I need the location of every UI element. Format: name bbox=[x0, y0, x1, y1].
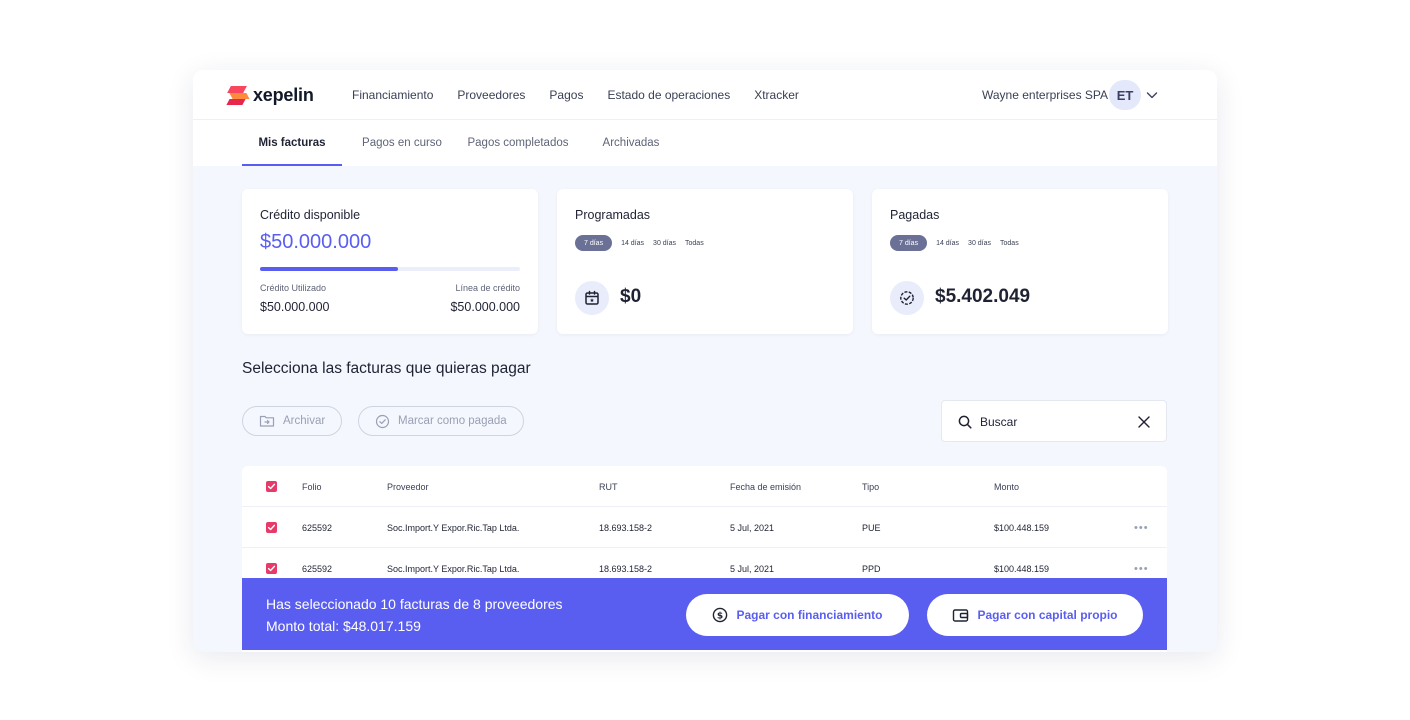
nav-link-xtracker[interactable]: Xtracker bbox=[754, 88, 799, 102]
chevron-down-icon[interactable] bbox=[1145, 88, 1159, 102]
row-more-icon[interactable]: ••• bbox=[1134, 522, 1149, 534]
nav-links: Financiamiento Proveedores Pagos Estado … bbox=[352, 70, 799, 120]
cell-proveedor: Soc.Import.Y Expor.Ric.Tap Ltda. bbox=[387, 522, 520, 533]
search-icon bbox=[958, 415, 972, 429]
checkmark-icon bbox=[267, 483, 276, 490]
xepelin-logo[interactable]: xepelin bbox=[226, 84, 314, 106]
close-icon[interactable] bbox=[1137, 415, 1151, 429]
programadas-filters: 7 días 14 días 30 días Todas bbox=[575, 235, 704, 251]
cell-tipo: PUE bbox=[862, 522, 881, 533]
selection-action-bar: Has seleccionado 10 facturas de 8 provee… bbox=[242, 578, 1167, 650]
credit-value: $50.000.000 bbox=[260, 231, 372, 253]
tab-pagos-en-curso[interactable]: Pagos en curso bbox=[360, 120, 444, 166]
mark-paid-button[interactable]: Marcar como pagada bbox=[358, 406, 524, 436]
column-header-folio[interactable]: Folio bbox=[302, 466, 322, 507]
tab-pagos-completados[interactable]: Pagos completados bbox=[463, 120, 573, 166]
pay-own-capital-label: Pagar con capital propio bbox=[977, 608, 1118, 622]
pay-own-capital-button[interactable]: Pagar con capital propio bbox=[927, 594, 1143, 636]
search-box bbox=[941, 400, 1167, 442]
credit-usage-bar-fill bbox=[260, 267, 398, 271]
pagadas-filter-todas[interactable]: Todas bbox=[1000, 235, 1019, 251]
column-header-monto[interactable]: Monto bbox=[994, 466, 1019, 507]
cell-fecha: 5 Jul, 2021 bbox=[730, 522, 775, 533]
selection-total: Monto total: $48.017.159 bbox=[266, 618, 421, 634]
pagadas-card: Pagadas 7 días 14 días 30 días Todas $5.… bbox=[872, 189, 1168, 334]
pagadas-filter-14[interactable]: 14 días bbox=[936, 235, 959, 251]
xepelin-logo-mark-icon bbox=[226, 84, 250, 106]
tab-bar: Mis facturas Pagos en curso Pagos comple… bbox=[193, 120, 1217, 166]
programadas-filter-30[interactable]: 30 días bbox=[653, 235, 676, 251]
tab-archivadas[interactable]: Archivadas bbox=[595, 120, 667, 166]
credit-usage-bar bbox=[260, 267, 520, 271]
row-checkbox[interactable] bbox=[266, 563, 277, 574]
calendar-icon bbox=[585, 290, 599, 305]
select-all-checkbox[interactable] bbox=[266, 481, 277, 492]
user-avatar[interactable]: ET bbox=[1109, 80, 1141, 110]
credit-used-label: Crédito Utilizado bbox=[260, 283, 327, 293]
folder-icon bbox=[259, 415, 275, 427]
programadas-filter-14[interactable]: 14 días bbox=[621, 235, 644, 251]
mark-paid-button-label: Marcar como pagada bbox=[398, 415, 507, 427]
row-more-icon[interactable]: ••• bbox=[1134, 563, 1149, 575]
table-row[interactable]: 625592 Soc.Import.Y Expor.Ric.Tap Ltda. … bbox=[242, 507, 1167, 548]
column-header-rut[interactable]: RUT bbox=[599, 466, 618, 507]
nav-link-pagos[interactable]: Pagos bbox=[549, 88, 583, 102]
credit-card: Crédito disponible $50.000.000 Crédito U… bbox=[242, 189, 538, 334]
check-circle-icon bbox=[900, 291, 914, 305]
column-header-fecha[interactable]: Fecha de emisión bbox=[730, 466, 801, 507]
nav-link-financiamiento[interactable]: Financiamiento bbox=[352, 88, 433, 102]
checkmark-icon bbox=[267, 524, 276, 531]
cell-rut: 18.693.158-2 bbox=[599, 522, 653, 533]
check-circle-icon-badge bbox=[890, 281, 924, 315]
credit-title: Crédito disponible bbox=[260, 208, 361, 222]
nav-link-estado-de-operaciones[interactable]: Estado de operaciones bbox=[607, 88, 730, 102]
section-title: Selecciona las facturas que quieras paga… bbox=[242, 360, 531, 377]
pagadas-filters: 7 días 14 días 30 días Todas bbox=[890, 235, 1019, 251]
svg-text:$: $ bbox=[717, 611, 723, 621]
company-name: Wayne enterprises SPA bbox=[982, 88, 1109, 102]
wallet-icon bbox=[953, 608, 969, 622]
calendar-icon-badge bbox=[575, 281, 609, 315]
column-header-proveedor[interactable]: Proveedor bbox=[387, 466, 429, 507]
programadas-filter-todas[interactable]: Todas bbox=[685, 235, 704, 251]
programadas-value: $0 bbox=[620, 286, 642, 307]
programadas-card: Programadas 7 días 14 días 30 días Todas… bbox=[557, 189, 853, 334]
pagadas-filter-30[interactable]: 30 días bbox=[968, 235, 991, 251]
row-checkbox[interactable] bbox=[266, 522, 277, 533]
credit-line-value: $50.000.000 bbox=[450, 300, 520, 314]
archive-button-label: Archivar bbox=[283, 415, 326, 427]
cell-monto: $100.448.159 bbox=[994, 522, 1050, 533]
credit-line-label: Línea de crédito bbox=[455, 283, 520, 293]
pagadas-title: Pagadas bbox=[890, 208, 940, 222]
nav-link-proveedores[interactable]: Proveedores bbox=[457, 88, 525, 102]
table-header-row: Folio Proveedor RUT Fecha de emisión Tip… bbox=[242, 466, 1167, 507]
tab-mis-facturas[interactable]: Mis facturas bbox=[242, 120, 342, 166]
pagadas-filter-7[interactable]: 7 días bbox=[890, 235, 928, 251]
top-nav: xepelin Financiamiento Proveedores Pagos… bbox=[193, 70, 1217, 120]
archive-button[interactable]: Archivar bbox=[242, 406, 343, 436]
dollar-circle-icon: $ bbox=[713, 607, 728, 623]
pagadas-value: $5.402.049 bbox=[935, 286, 1031, 307]
programadas-title: Programadas bbox=[575, 208, 651, 222]
programadas-filter-7[interactable]: 7 días bbox=[575, 235, 613, 251]
cell-folio: 625592 bbox=[302, 522, 333, 533]
credit-used-value: $50.000.000 bbox=[260, 300, 330, 314]
check-circle-outline-icon bbox=[375, 414, 390, 428]
column-header-tipo[interactable]: Tipo bbox=[862, 466, 879, 507]
app-window: xepelin Financiamiento Proveedores Pagos… bbox=[193, 70, 1217, 652]
pay-financing-label: Pagar con financiamiento bbox=[736, 608, 883, 622]
selection-summary: Has seleccionado 10 facturas de 8 provee… bbox=[266, 596, 563, 612]
search-input[interactable] bbox=[980, 412, 1130, 432]
brand-name: xepelin bbox=[253, 84, 314, 105]
pay-financing-button[interactable]: $ Pagar con financiamiento bbox=[686, 594, 909, 636]
checkmark-icon bbox=[267, 565, 276, 572]
